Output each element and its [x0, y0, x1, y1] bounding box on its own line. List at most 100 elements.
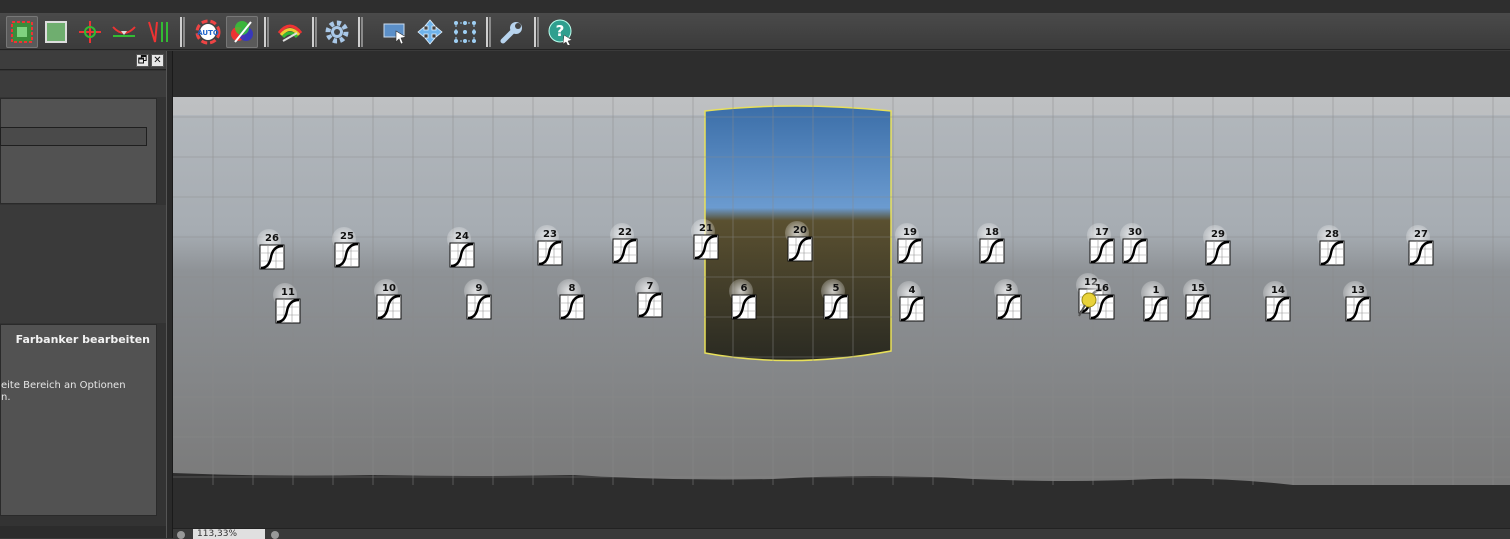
- wrench-icon: [500, 22, 522, 44]
- move-image-button[interactable]: [379, 16, 411, 48]
- help-icon: ?: [548, 19, 573, 45]
- anchor-number: 3: [1005, 283, 1013, 294]
- control-points-button[interactable]: [449, 16, 481, 48]
- anchor-number: 29: [1211, 229, 1225, 240]
- anchor-number: 30: [1128, 227, 1142, 238]
- anchor-number: 7: [646, 281, 654, 292]
- curve-graph-icon: [1089, 238, 1115, 264]
- anchor-number: 28: [1325, 229, 1339, 240]
- help-button[interactable]: ?: [544, 16, 576, 48]
- crop-frame-button[interactable]: [40, 16, 72, 48]
- color-anchor-section: Farbanker bearbeiten eite Bereich an Opt…: [0, 324, 157, 516]
- curve-graph-icon: [979, 238, 1005, 264]
- anchor-number: 9: [475, 283, 483, 294]
- control-point-button[interactable]: [74, 16, 106, 48]
- move-arrows-button[interactable]: [414, 16, 446, 48]
- color-anchor-marker[interactable]: 4: [897, 281, 927, 325]
- color-palette-icon: [231, 21, 253, 43]
- auto-label: AUTO: [197, 29, 219, 37]
- panel-header-strip: [0, 71, 166, 97]
- color-anchor-marker[interactable]: 7: [635, 277, 665, 321]
- curve-graph-icon: [537, 240, 563, 266]
- control-point-crosshair-icon: [79, 21, 101, 43]
- color-palette-button[interactable]: [226, 16, 258, 48]
- curve-graph-icon: [731, 294, 757, 320]
- toolbar-separator: [264, 17, 269, 47]
- vertical-lines-button[interactable]: [142, 16, 174, 48]
- curve-graph-icon: [637, 292, 663, 318]
- panel-splitter[interactable]: [166, 51, 173, 538]
- panorama-canvas[interactable]: 26 25 24 23 22 21 20 19 18 17 30 29 28 27 11 10 9 8 7 6 5 4 3 1…: [173, 51, 1510, 528]
- curve-graph-icon: [1122, 238, 1148, 264]
- color-anchor-marker[interactable]: 20: [785, 221, 815, 265]
- panel-close-button[interactable]: ✕: [151, 54, 164, 67]
- color-anchor-marker[interactable]: 18: [977, 223, 1007, 267]
- select-images-button[interactable]: [6, 16, 38, 48]
- color-anchor-marker[interactable]: 28: [1317, 225, 1347, 269]
- color-anchor-marker[interactable]: 19: [895, 223, 925, 267]
- left-panel: 🗗 ✕ Farbanker bearbeiten eite Bereich an…: [0, 51, 166, 538]
- color-anchor-marker[interactable]: 3: [994, 279, 1024, 323]
- color-anchor-marker[interactable]: 6: [729, 279, 759, 323]
- curve-graph-icon: [787, 236, 813, 262]
- toolbar-separator: [312, 17, 317, 47]
- color-anchor-marker[interactable]: 13: [1343, 281, 1373, 325]
- color-anchor-marker[interactable]: 30: [1120, 223, 1150, 267]
- vertical-lines-icon: [148, 21, 168, 43]
- auto-color-button[interactable]: AUTO: [192, 16, 224, 48]
- color-anchor-marker[interactable]: 25: [332, 227, 362, 271]
- panel-titlebar: 🗗 ✕: [0, 51, 166, 70]
- color-anchor-marker[interactable]: 1: [1141, 281, 1171, 325]
- panel-bottom-bar: [0, 526, 166, 538]
- color-anchor-marker[interactable]: 24: [447, 227, 477, 271]
- anchor-number: 6: [740, 283, 748, 294]
- anchor-number: 18: [985, 227, 999, 238]
- wrench-button[interactable]: [496, 16, 528, 48]
- color-anchor-marker[interactable]: 14: [1263, 281, 1293, 325]
- curve-graph-icon: [1205, 240, 1231, 266]
- color-anchor-marker[interactable]: 17: [1087, 223, 1117, 267]
- horizon-line-icon: [112, 26, 136, 37]
- settings-button[interactable]: [321, 16, 353, 48]
- color-anchor-marker[interactable]: 8: [557, 279, 587, 323]
- panel-options-box: [0, 98, 157, 204]
- control-points-grid-icon: [454, 21, 476, 43]
- move-arrows-icon: [417, 19, 443, 45]
- settings-gear-icon: [325, 20, 349, 44]
- color-anchor-marker[interactable]: 29: [1203, 225, 1233, 269]
- color-anchor-marker[interactable]: 22: [610, 223, 640, 267]
- panel-restore-button[interactable]: 🗗: [136, 54, 149, 67]
- section-title: Farbanker bearbeiten: [15, 333, 150, 346]
- color-anchor-marker[interactable]: 11: [273, 283, 303, 327]
- curve-graph-icon: [559, 294, 585, 320]
- anchor-number: 4: [908, 285, 916, 296]
- color-curves-icon: [277, 24, 303, 42]
- anchor-number: 13: [1351, 285, 1365, 296]
- move-image-icon: [383, 23, 407, 45]
- panel-empty-area: [0, 205, 166, 323]
- curve-graph-icon: [996, 294, 1022, 320]
- color-anchor-marker[interactable]: 5: [821, 279, 851, 323]
- curve-graph-icon: [1185, 294, 1211, 320]
- curve-graph-icon: [1345, 296, 1371, 322]
- horizon-line-button[interactable]: [108, 16, 140, 48]
- anchor-number: 20: [793, 225, 807, 236]
- color-curves-button[interactable]: [274, 16, 306, 48]
- anchor-number: 1: [1152, 285, 1160, 296]
- color-anchor-marker[interactable]: 27: [1406, 225, 1436, 269]
- pushpin-icon[interactable]: [1073, 289, 1103, 319]
- color-anchor-marker[interactable]: 26: [257, 229, 287, 273]
- color-anchor-marker[interactable]: 9: [464, 279, 494, 323]
- color-anchor-marker[interactable]: 15: [1183, 279, 1213, 323]
- anchor-number: 5: [832, 283, 840, 294]
- anchor-number: 14: [1271, 285, 1285, 296]
- color-anchor-marker[interactable]: 23: [535, 225, 565, 269]
- curve-graph-icon: [466, 294, 492, 320]
- color-anchor-marker[interactable]: 10: [374, 279, 404, 323]
- curve-graph-icon: [376, 294, 402, 320]
- toolbar-separator: [486, 17, 491, 47]
- anchor-number: 25: [340, 231, 354, 242]
- panel-text-field[interactable]: [0, 127, 147, 146]
- color-anchor-marker[interactable]: 21: [691, 219, 721, 263]
- toolbar-separator: [534, 17, 539, 47]
